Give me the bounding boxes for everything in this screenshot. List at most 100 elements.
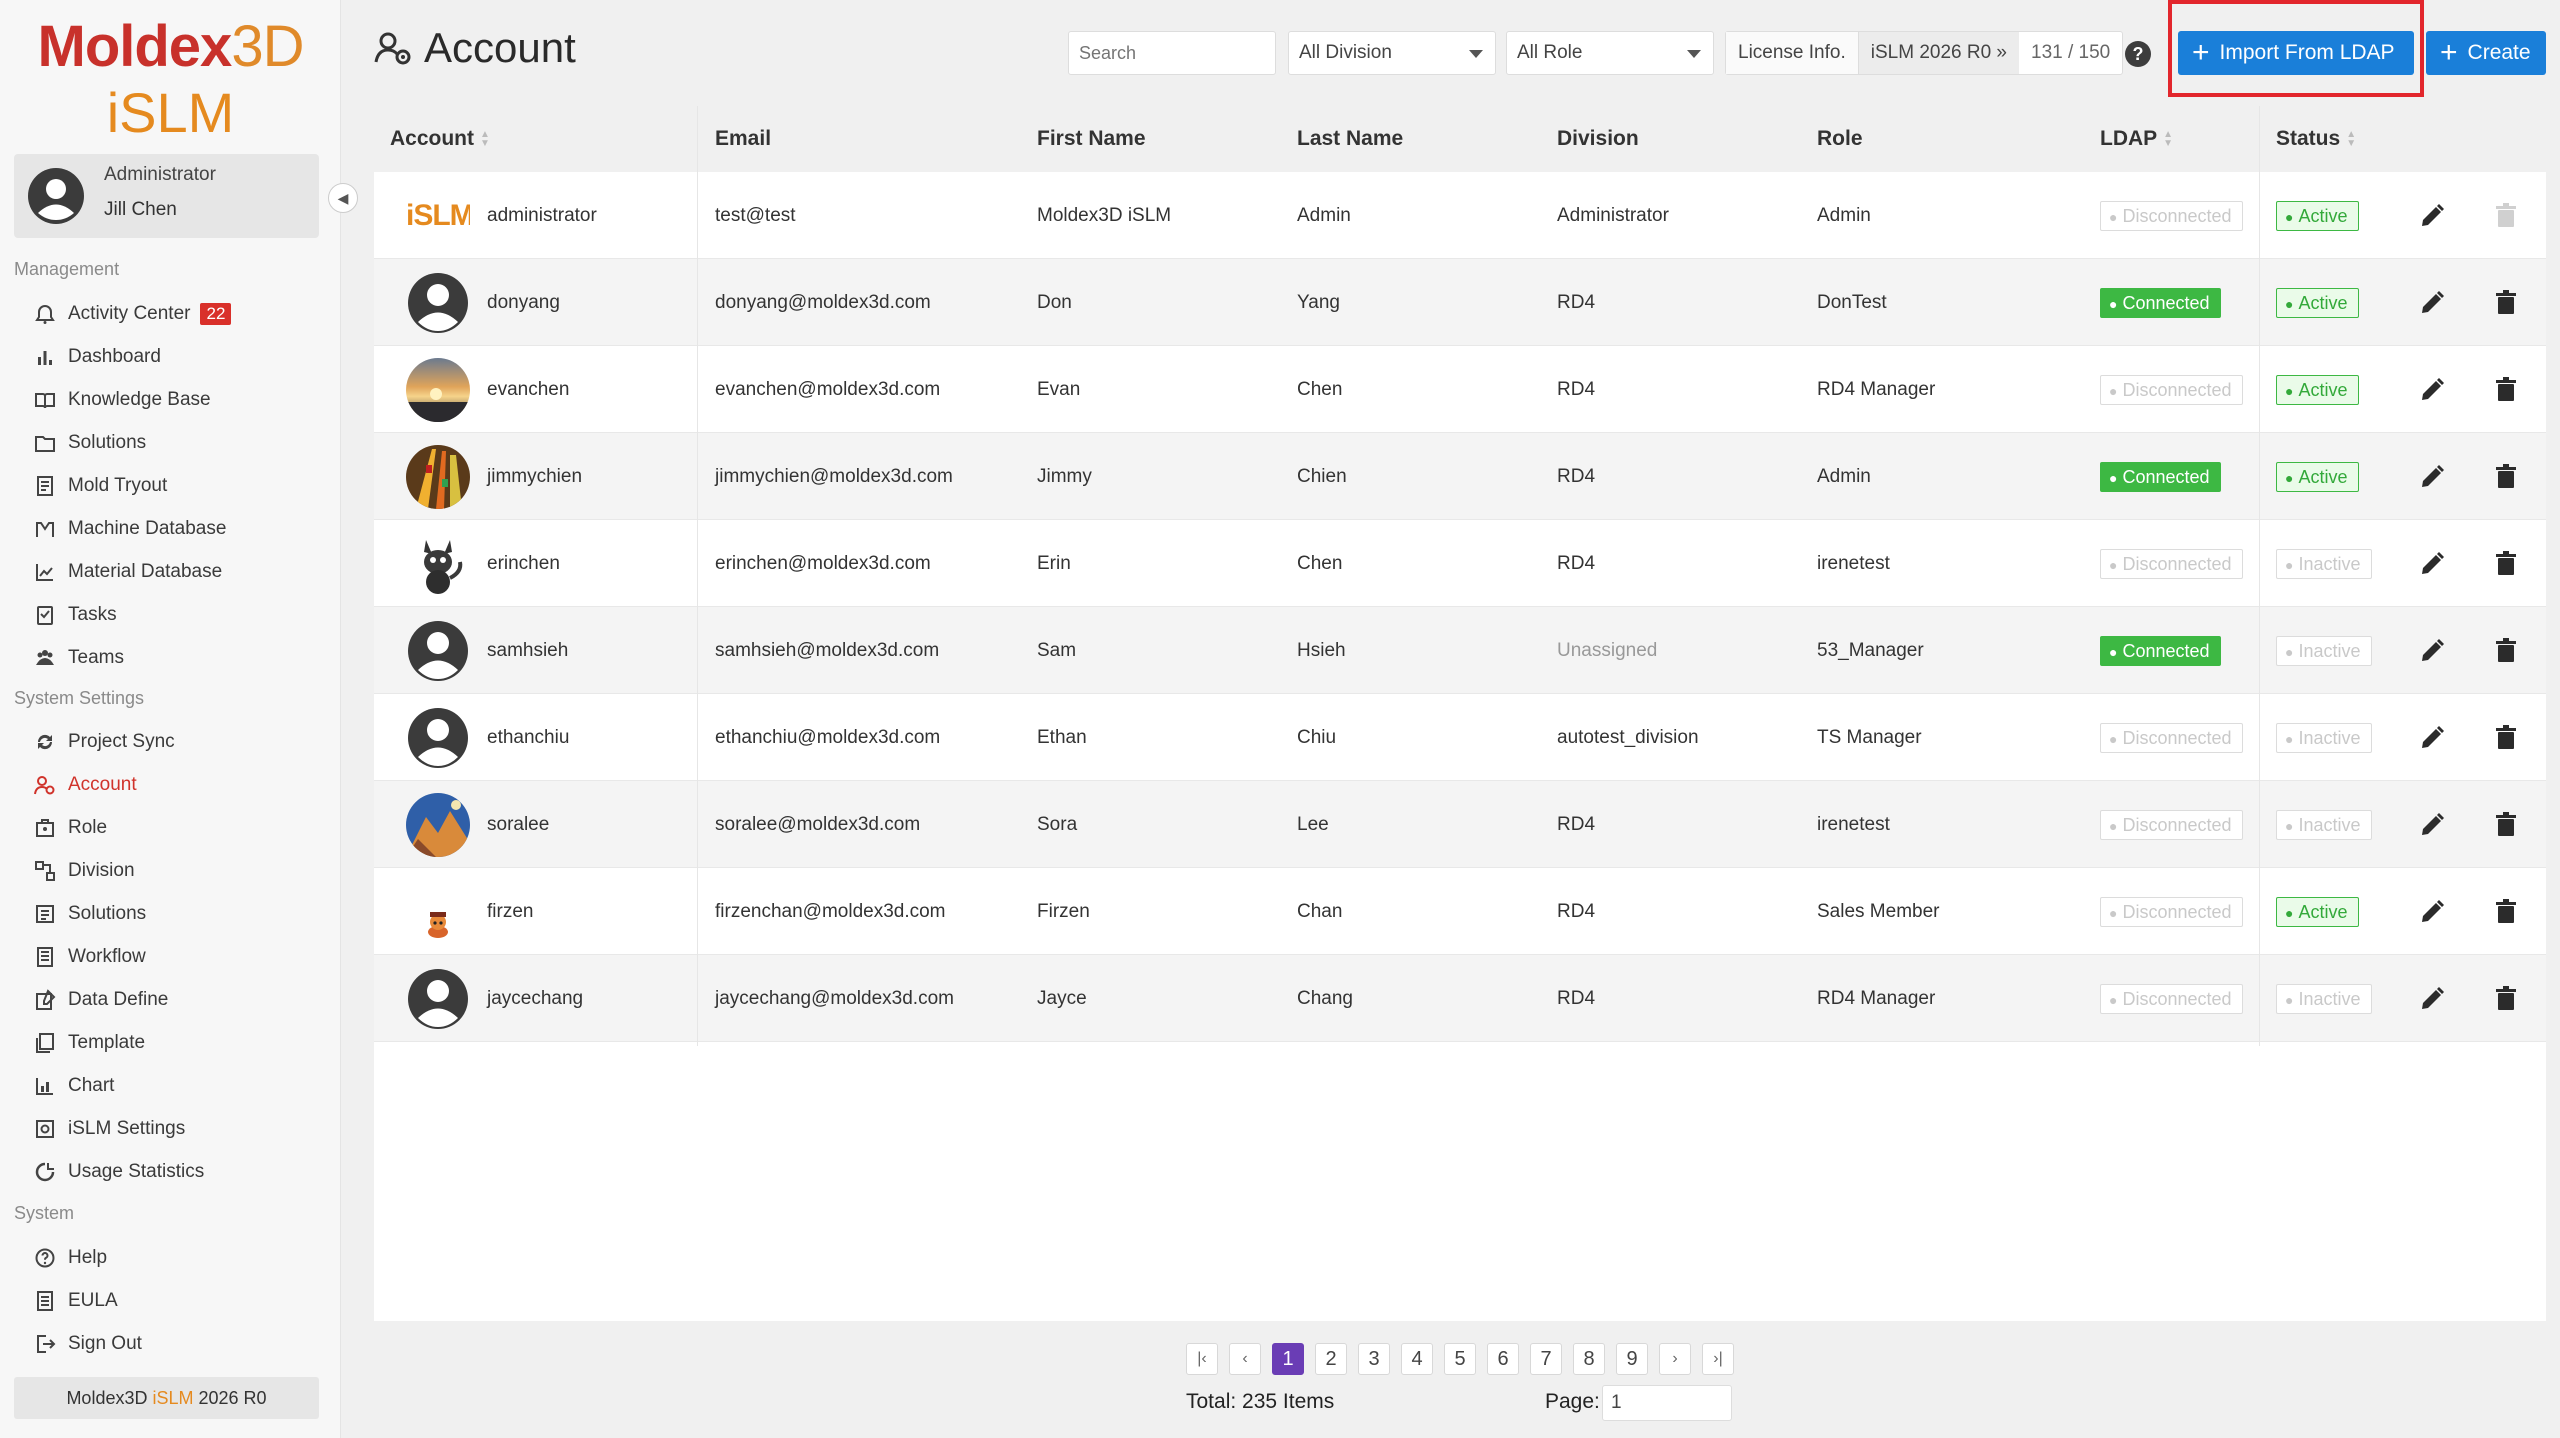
edit-icon[interactable] — [2418, 289, 2446, 317]
page-button[interactable]: 7 — [1530, 1343, 1562, 1375]
sidebar-item-label: Template — [68, 1032, 146, 1053]
page-button[interactable]: 2 — [1315, 1343, 1347, 1375]
sidebar-item-sign-out[interactable]: Sign Out — [34, 1329, 142, 1359]
page-button[interactable]: 6 — [1487, 1343, 1519, 1375]
edit-icon[interactable] — [2418, 985, 2446, 1013]
next-page-button[interactable]: › — [1659, 1343, 1691, 1375]
sidebar-item-help[interactable]: Help — [34, 1243, 107, 1273]
svg-text:?: ? — [2133, 44, 2144, 64]
avatar — [406, 619, 470, 683]
sidebar-item-account[interactable]: Account — [34, 770, 137, 800]
delete-icon[interactable] — [2492, 463, 2520, 491]
edit-icon[interactable] — [2418, 550, 2446, 578]
last-page-button[interactable]: ›| — [1702, 1343, 1734, 1375]
license-version-link[interactable]: iSLM 2026 R0 » — [1858, 32, 2019, 74]
division-filter-select[interactable]: All Division — [1288, 31, 1496, 75]
email: firzenchan@moldex3d.com — [715, 901, 946, 922]
sidebar-item-template[interactable]: Template — [34, 1028, 145, 1058]
notification-badge: 22 — [200, 303, 232, 325]
account-name: donyang — [487, 292, 560, 313]
collapse-sidebar-button[interactable]: ◀ — [328, 183, 358, 213]
sidebar-item-knowledge-base[interactable]: Knowledge Base — [34, 385, 211, 415]
edit-icon[interactable] — [2418, 724, 2446, 752]
role-filter-select[interactable]: All Role — [1506, 31, 1714, 75]
last-name: Hsieh — [1297, 640, 1346, 661]
help-icon[interactable]: ? — [2124, 40, 2152, 68]
sidebar-item-eula[interactable]: EULA — [34, 1286, 118, 1316]
delete-icon[interactable] — [2492, 289, 2520, 317]
sidebar-item-solutions[interactable]: Solutions — [34, 899, 146, 929]
page-button[interactable]: 4 — [1401, 1343, 1433, 1375]
status-badge: ● Active — [2276, 201, 2359, 231]
sidebar-item-material-database[interactable]: Material Database — [34, 557, 222, 587]
table-row: ethanchiu ethanchiu@moldex3d.com Ethan Chiu… — [374, 694, 2546, 781]
sidebar-item-division[interactable]: Division — [34, 856, 135, 886]
edit-icon[interactable] — [2418, 898, 2446, 926]
sidebar-item-machine-database[interactable]: Machine Database — [34, 514, 226, 544]
prev-page-button[interactable]: ‹ — [1229, 1343, 1261, 1375]
role: DonTest — [1817, 292, 1887, 313]
email: jaycechang@moldex3d.com — [715, 988, 954, 1009]
role: 53_Manager — [1817, 640, 1924, 661]
app: Moldex3D iSLM Administrator Jill Chen ◀ … — [0, 0, 2560, 1438]
chevron-down-icon — [1469, 50, 1483, 58]
account-name: ethanchiu — [487, 727, 570, 748]
email: jimmychien@moldex3d.com — [715, 466, 953, 487]
table-row: evanchen evanchen@moldex3d.com Evan Chen RD4… — [374, 346, 2546, 433]
role: Admin — [1817, 205, 1871, 226]
sidebar-item-label: Role — [68, 817, 108, 838]
page-button[interactable]: 8 — [1573, 1343, 1605, 1375]
sidebar-item-usage-statistics[interactable]: Usage Statistics — [34, 1157, 204, 1187]
column-header-status[interactable]: Status ▲ ▼ — [2276, 106, 2356, 172]
edit-icon[interactable] — [2418, 376, 2446, 404]
sidebar-item-workflow[interactable]: Workflow — [34, 942, 146, 972]
search-input[interactable] — [1068, 31, 1276, 75]
bar-chart-icon — [38, 351, 52, 365]
column-header-account[interactable]: Account ▲ ▼ — [390, 106, 490, 172]
workflow-icon — [37, 947, 53, 967]
delete-icon[interactable] — [2492, 898, 2520, 926]
sidebar-item-tasks[interactable]: Tasks — [34, 600, 117, 630]
accounts-table: Account ▲ ▼ Email First Name Last Name Div… — [374, 106, 2546, 1321]
sidebar-item-project-sync[interactable]: Project Sync — [34, 727, 175, 757]
edit-icon[interactable] — [2418, 811, 2446, 839]
edit-icon[interactable] — [2418, 463, 2446, 491]
page-input[interactable]: 1 — [1602, 1385, 1732, 1421]
avatar — [406, 880, 470, 944]
last-name: Chan — [1297, 901, 1343, 922]
template-icon — [36, 1033, 54, 1053]
page-button[interactable]: 5 — [1444, 1343, 1476, 1375]
page-button[interactable]: 1 — [1272, 1343, 1304, 1375]
sidebar-item-role[interactable]: Role — [34, 813, 107, 843]
nav-section-management: Management — [14, 259, 120, 279]
table-row: jaycechang jaycechang@moldex3d.com Jayce Ch… — [374, 955, 2546, 1042]
first-page-button[interactable]: |‹ — [1186, 1343, 1218, 1375]
sidebar-item-dashboard[interactable]: Dashboard — [34, 342, 161, 372]
role: Sales Member — [1817, 901, 1940, 922]
edit-icon[interactable] — [2418, 637, 2446, 665]
table-row: samhsieh samhsieh@moldex3d.com Sam Hsieh Una… — [374, 607, 2546, 694]
delete-icon[interactable] — [2492, 724, 2520, 752]
delete-icon[interactable] — [2492, 985, 2520, 1013]
delete-icon[interactable] — [2492, 376, 2520, 404]
delete-icon[interactable] — [2492, 811, 2520, 839]
sidebar-item-mold-tryout[interactable]: Mold Tryout — [34, 471, 167, 501]
sidebar-item-data-define[interactable]: Data Define — [34, 985, 168, 1015]
sidebar-item-islm-settings[interactable]: iSLM Settings — [34, 1114, 185, 1144]
page-button[interactable]: 9 — [1616, 1343, 1648, 1375]
status-badge: ● Active — [2276, 375, 2359, 405]
sidebar-item-chart[interactable]: Chart — [34, 1071, 114, 1101]
delete-icon[interactable] — [2492, 550, 2520, 578]
page-button[interactable]: 3 — [1358, 1343, 1390, 1375]
sort-icon: ▲ ▼ — [480, 129, 490, 150]
line-chart-icon — [36, 564, 53, 581]
sidebar-item-teams[interactable]: Teams — [34, 643, 124, 673]
column-header-ldap[interactable]: LDAP ▲ ▼ — [2100, 106, 2173, 172]
sidebar-item-activity-center[interactable]: Activity Center 22 — [34, 299, 232, 329]
edit-icon[interactable] — [2418, 202, 2446, 230]
delete-icon[interactable] — [2492, 637, 2520, 665]
division: RD4 — [1557, 901, 1596, 922]
sidebar-item-solutions[interactable]: Solutions — [34, 428, 146, 458]
email: evanchen@moldex3d.com — [715, 379, 941, 400]
create-button[interactable]: + Create — [2426, 31, 2546, 75]
